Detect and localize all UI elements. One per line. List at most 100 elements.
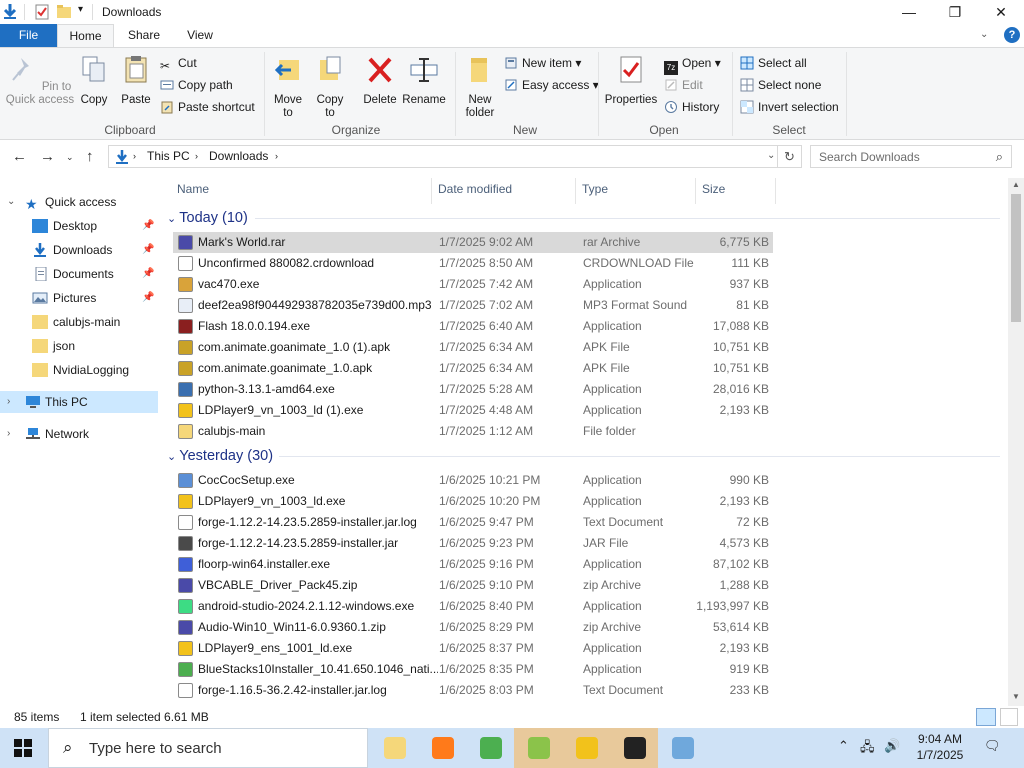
details-view-icon[interactable] [976,708,996,726]
taskbar-app[interactable] [514,728,562,768]
file-row[interactable]: Unconfirmed 880082.crdownload 1/7/2025 8:… [173,253,773,274]
file-row[interactable]: LDPlayer9_vn_1003_ld (1).exe 1/7/2025 4:4… [173,400,773,421]
new-item-button[interactable]: New item ▾ [504,54,581,72]
up-arrow-icon[interactable]: ↑ [86,148,94,165]
easy-access-button[interactable]: Easy access ▾ [504,76,599,94]
file-row[interactable]: LDPlayer9_ens_1001_ld.exe 1/6/2025 8:37 P… [173,638,773,659]
rename-button[interactable]: Rename [402,54,446,107]
address-dropdown-icon[interactable]: ⌄ [767,150,775,161]
file-row[interactable]: BlueStacks10Installer_10.41.650.1046_nat… [173,659,773,680]
chevron-right-icon[interactable]: › [7,391,10,413]
qat-dropdown-icon[interactable]: ▾ [78,4,83,15]
nav-item-json[interactable]: json [0,335,158,357]
vertical-scrollbar[interactable]: ▲ ▼ [1008,178,1024,706]
open-button[interactable]: 7z Open ▾ [664,54,721,75]
tab-file[interactable]: File [0,24,57,47]
breadcrumb-downloads[interactable]: Downloads [209,149,268,163]
file-row[interactable]: deef2ea98f904492938782035e739d00.mp3 1/7/… [173,295,773,316]
scrollbar-thumb[interactable] [1011,194,1021,322]
file-row[interactable]: com.animate.goanimate_1.0.apk 1/7/2025 6:… [173,358,773,379]
tab-home[interactable]: Home [57,24,114,47]
help-icon[interactable]: ? [1004,27,1020,43]
taskbar-app[interactable] [562,728,610,768]
file-row[interactable]: android-studio-2024.2.1.12-windows.exe 1/… [173,596,773,617]
tab-share[interactable]: Share [118,24,170,47]
paste-shortcut-button[interactable]: Paste shortcut [160,98,255,116]
file-row[interactable]: Audio-Win10_Win11-6.0.9360.1.zip 1/6/2025… [173,617,773,638]
large-icons-view-icon[interactable] [1000,708,1018,726]
cut-button[interactable]: ✂ Cut [160,54,197,73]
file-row[interactable]: Flash 18.0.0.194.exe 1/7/2025 6:40 AM Appl… [173,316,773,337]
volume-icon[interactable]: 🔊 [884,738,900,754]
column-header-size[interactable]: Size [702,181,725,201]
ribbon-collapse-icon[interactable]: ⌄ [980,29,988,40]
file-row[interactable]: VBCABLE_Driver_Pack45.zip 1/6/2025 9:10 P… [173,575,773,596]
pin-icon[interactable]: 📌 [142,263,154,285]
nav-item-documents[interactable]: Documents 📌 [0,263,158,285]
file-row[interactable]: python-3.13.1-amd64.exe 1/7/2025 5:28 AM A… [173,379,773,400]
taskbar-search-box[interactable]: ⌕ Type here to search [48,728,368,768]
minimize-button[interactable]: — [886,0,932,24]
file-row[interactable]: floorp-win64.installer.exe 1/6/2025 9:16 … [173,554,773,575]
file-row[interactable]: calubjs-main 1/7/2025 1:12 AM File folder [173,421,773,442]
nav-item-desktop[interactable]: Desktop 📌 [0,215,158,237]
copy-to-button[interactable]: Copy to [312,54,348,120]
edit-button[interactable]: Edit [664,76,703,94]
file-row[interactable]: Mark's World.rar 1/7/2025 9:02 AM rar Arch… [173,232,773,253]
nav-quick-access[interactable]: ⌄ ★ Quick access [0,191,158,213]
new-folder-button[interactable]: New folder [460,54,500,120]
column-header-type[interactable]: Type [582,181,608,201]
chevron-down-icon[interactable]: ⌄ [167,451,179,463]
nav-this-pc[interactable]: › This PC [0,391,158,413]
search-box[interactable]: ⌕ [810,145,1012,168]
taskbar-app[interactable] [610,728,658,768]
file-row[interactable]: vac470.exe 1/7/2025 7:42 AM Application 937… [173,274,773,295]
copy-path-button[interactable]: Copy path [160,76,233,94]
address-bar[interactable]: › This PC › Downloads › ⌄ [108,145,778,168]
windows-start-icon[interactable] [14,739,32,757]
file-row[interactable]: forge-1.12.2-14.23.5.2859-installer.jar 1… [173,533,773,554]
taskbar-clock[interactable]: 9:04 AM 1/7/2025 [908,731,972,763]
scroll-down-icon[interactable]: ▼ [1008,690,1024,704]
taskbar-app[interactable] [370,728,418,768]
pin-to-quick-access-button[interactable]: Pin to Quick access [4,54,76,107]
breadcrumb-this-pc[interactable]: This PC [147,149,190,163]
file-row[interactable]: forge-1.16.5-36.2.42-installer.jar.log 1/… [173,680,773,701]
file-row[interactable]: com.animate.goanimate_1.0 (1).apk 1/7/202… [173,337,773,358]
select-none-button[interactable]: Select none [740,76,821,94]
invert-selection-button[interactable]: Invert selection [740,98,839,116]
taskbar-app[interactable] [658,728,706,768]
move-to-button[interactable]: Move to [270,54,306,120]
file-row[interactable]: LDPlayer9_vn_1003_ld.exe 1/6/2025 10:20 P… [173,491,773,512]
search-input[interactable] [811,146,981,167]
notifications-icon[interactable]: 🗨 [984,738,1001,754]
maximize-button[interactable]: ❐ [932,0,978,24]
recent-locations-icon[interactable]: ⌄ [66,152,74,163]
nav-network[interactable]: › Network [0,423,158,445]
file-row[interactable]: forge-1.12.2-14.23.5.2859-installer.jar.… [173,512,773,533]
new-folder-qat-icon[interactable] [56,3,72,21]
column-header-date-modified[interactable]: Date modified [438,181,512,201]
tab-view[interactable]: View [176,24,224,47]
nav-item-calubjs-main[interactable]: calubjs-main [0,311,158,333]
group-header[interactable]: ⌄ Yesterday (30) [167,446,1000,466]
forward-arrow-icon[interactable]: → [40,148,55,165]
pin-icon[interactable]: 📌 [142,287,154,309]
scroll-up-icon[interactable]: ▲ [1008,178,1024,192]
close-button[interactable]: ✕ [978,0,1024,24]
back-arrow-icon[interactable]: ← [12,148,27,165]
pin-icon[interactable]: 📌 [142,239,154,261]
refresh-button[interactable]: ↻ [778,145,802,168]
nav-item-nvidialogging[interactable]: NvidiaLogging [0,359,158,381]
chevron-up-icon[interactable]: ⌃ [838,738,849,754]
paste-button[interactable]: Paste [118,54,154,107]
nav-item-downloads[interactable]: Downloads 📌 [0,239,158,261]
nav-item-pictures[interactable]: Pictures 📌 [0,287,158,309]
file-row[interactable]: CocCocSetup.exe 1/6/2025 10:21 PM Applicat… [173,470,773,491]
properties-button[interactable]: Properties [604,54,658,107]
group-header[interactable]: ⌄ Today (10) [167,208,1000,228]
chevron-right-icon[interactable]: › [7,423,10,445]
delete-button[interactable]: Delete [360,54,400,107]
taskbar-app[interactable] [418,728,466,768]
taskbar-app[interactable] [466,728,514,768]
